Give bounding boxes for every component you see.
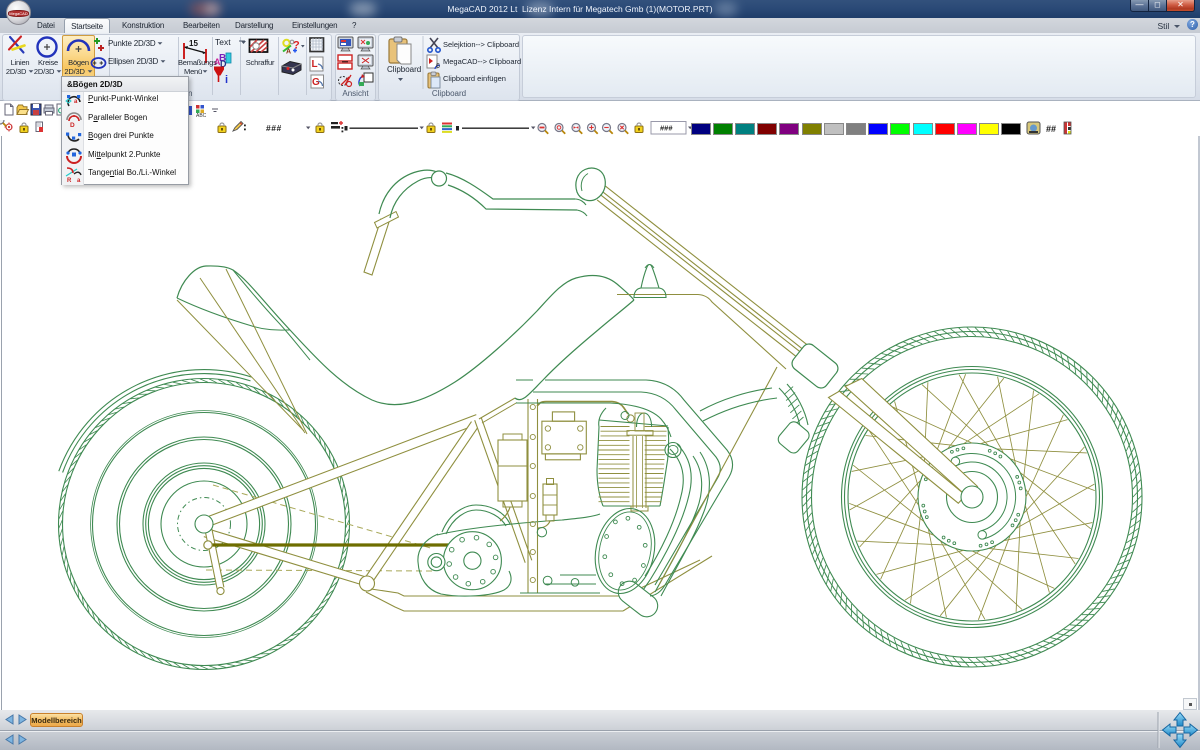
svg-text:L: L bbox=[312, 59, 318, 70]
svg-text:Text: Text bbox=[215, 37, 231, 47]
svg-text:###: ### bbox=[660, 124, 673, 133]
svg-text:G: G bbox=[312, 77, 320, 88]
svg-text:Clipboard einfügen: Clipboard einfügen bbox=[443, 74, 506, 83]
svg-text:###: ### bbox=[266, 123, 282, 133]
svg-text:a: a bbox=[74, 99, 78, 105]
svg-text:ABC: ABC bbox=[196, 113, 207, 118]
svg-text:15: 15 bbox=[189, 39, 198, 48]
svg-text:Clipboard: Clipboard bbox=[387, 65, 421, 74]
svg-text:6: 6 bbox=[436, 63, 440, 70]
svg-text:a: a bbox=[77, 178, 81, 184]
svg-text:##: ## bbox=[1046, 124, 1056, 134]
svg-text:Selejktion--> Clipboard: Selejktion--> Clipboard bbox=[443, 40, 519, 49]
svg-text:R: R bbox=[67, 178, 72, 184]
svg-text:D: D bbox=[70, 122, 75, 129]
svg-text:A: A bbox=[286, 49, 291, 56]
svg-text:i: i bbox=[225, 74, 228, 86]
svg-text:MegaCAD--> Clipboard: MegaCAD--> Clipboard bbox=[443, 57, 521, 66]
